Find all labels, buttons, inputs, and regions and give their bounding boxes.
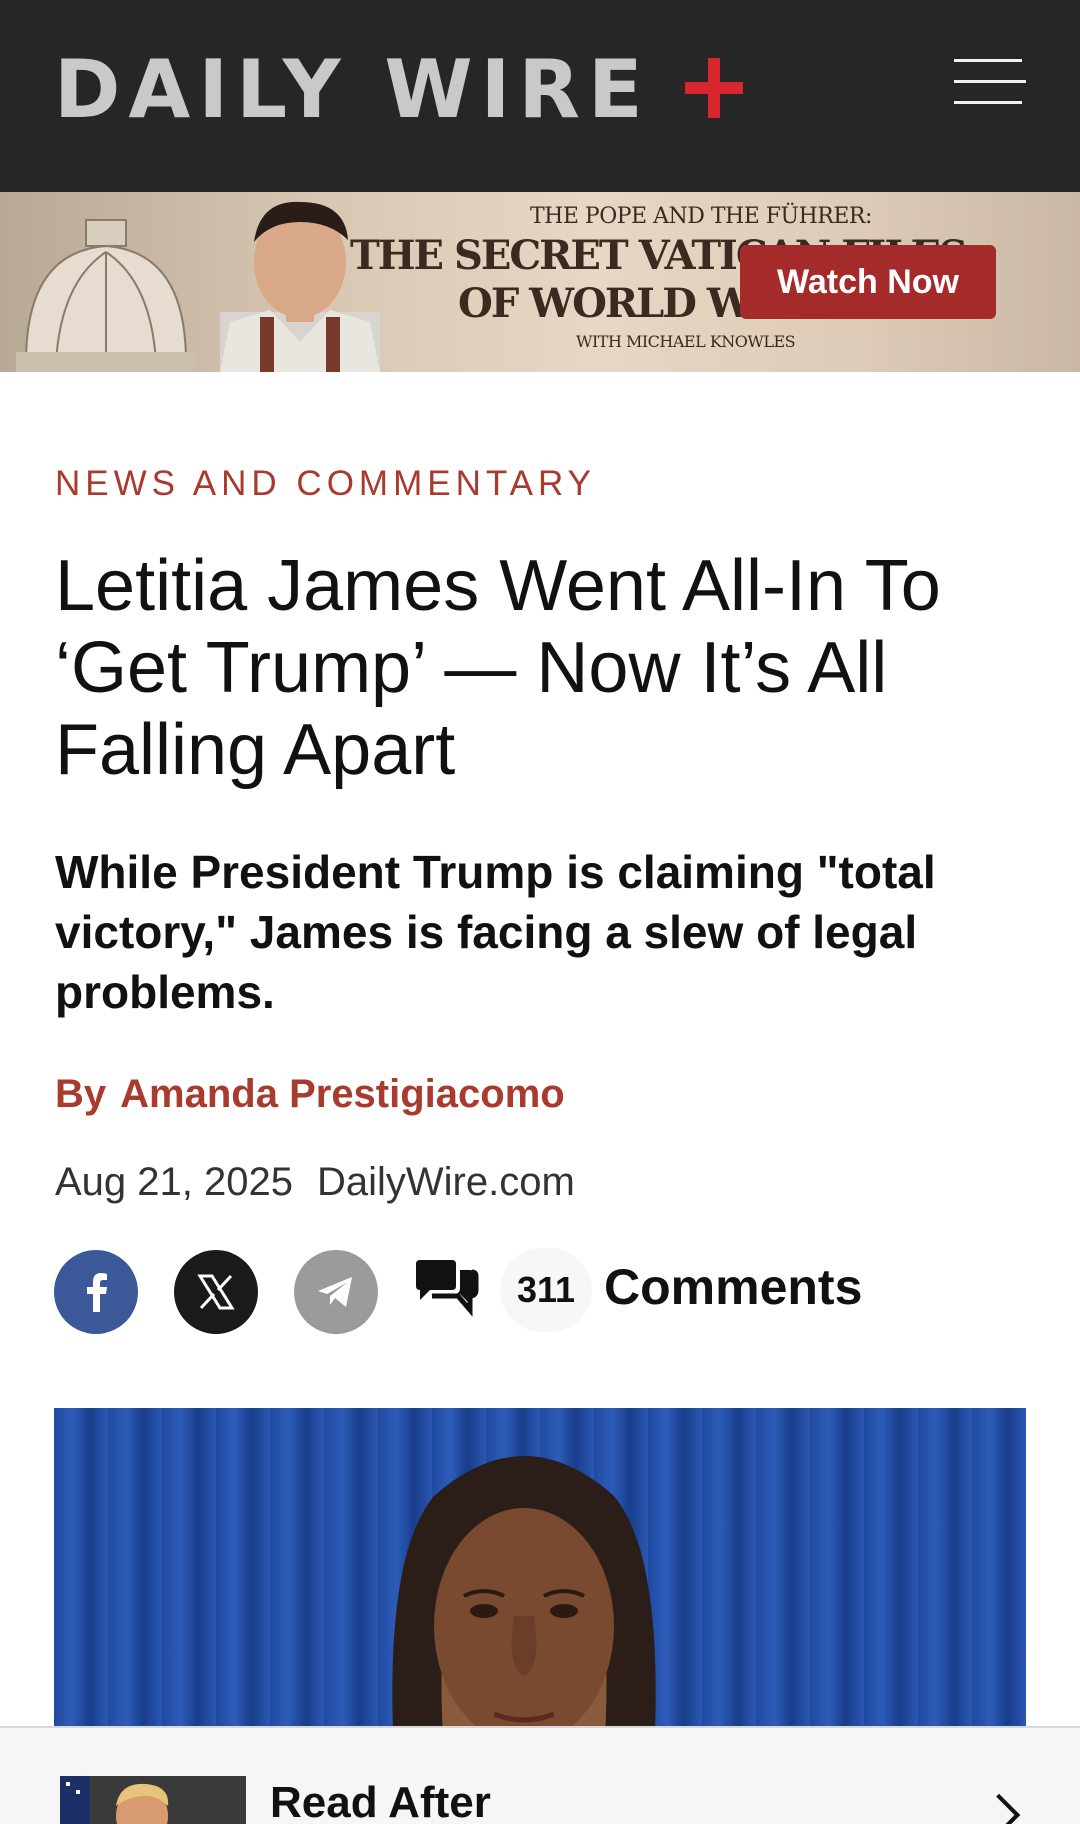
byline: By Amanda Prestigiacomo [55,1072,565,1117]
logo-text: DAILY WIRE [54,42,651,136]
section-label[interactable]: NEWS AND COMMENTARY [55,464,596,504]
source-site: DailyWire.com [317,1160,575,1204]
comment-count-badge[interactable]: 311 [500,1248,592,1332]
read-after-thumbnail[interactable] [60,1776,246,1824]
byline-prefix: By [55,1072,107,1116]
telegram-share-button[interactable] [294,1250,378,1334]
watch-now-button[interactable]: Watch Now [740,245,996,319]
article-hero-image [54,1408,1026,1726]
facebook-icon [87,1273,107,1312]
telegram-icon [318,1277,352,1307]
read-after-bar[interactable]: Read After [0,1726,1080,1824]
x-icon [197,1274,235,1310]
comments-icon[interactable] [412,1258,480,1324]
article-headline: Letitia James Went All-In To ‘Get Trump’… [55,546,941,790]
host-portrait-image [220,201,380,372]
letitia-james-photo [392,1456,656,1726]
comments-link[interactable]: Comments [604,1258,862,1316]
daily-wire-logo[interactable]: DAILY WIRE [54,42,651,136]
ad-credit-text: WITH MICHAEL KNOWLES [576,332,796,351]
trump-thumbnail-image [60,1776,246,1824]
facebook-share-button[interactable] [54,1250,138,1334]
publish-date: Aug 21, 2025 [55,1160,293,1204]
read-after-label: Read After [270,1778,491,1824]
top-nav-bar: DAILY WIRE [0,0,1080,192]
x-share-button[interactable] [174,1250,258,1334]
ad-kicker-text: THE POPE AND THE FÜHRER: [530,204,872,229]
basilica-dome-image [16,219,196,372]
chevron-right-icon[interactable] [977,1793,1021,1824]
dateline: Aug 21, 2025 DailyWire.com [55,1160,575,1205]
article-subheadline: While President Trump is claiming "total… [55,846,936,1018]
logo-plus-icon [685,58,743,118]
hamburger-menu-icon[interactable] [950,56,1026,108]
author-link[interactable]: Amanda Prestigiacomo [120,1072,565,1116]
